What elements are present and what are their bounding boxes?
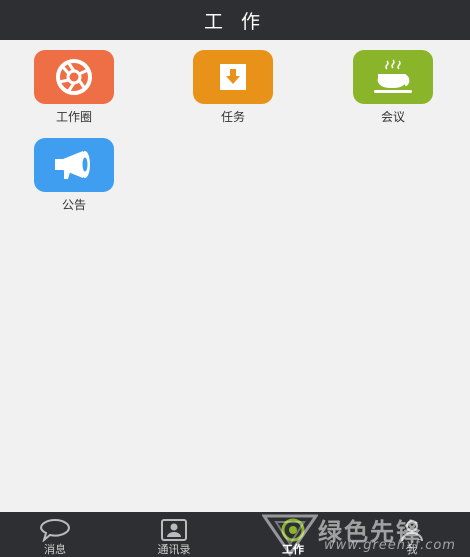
coffee-cup-icon [353,50,433,104]
tab-work[interactable]: 工作 [253,512,333,557]
app-label: 公告 [61,198,86,212]
chat-bubble-icon [39,519,71,542]
tab-label: 消息 [44,543,66,556]
app-meeting[interactable]: 会议 [353,50,433,125]
tab-bar: 消息 通讯录 工作 我 [0,512,470,557]
app-announcement[interactable]: 公告 [34,138,114,213]
header-bar: 工 作 [0,0,470,40]
app-label: 任务 [220,110,245,124]
app-tasks[interactable]: 任务 [193,50,273,125]
contacts-icon [161,519,187,541]
tab-me[interactable]: 我 [372,512,452,557]
aperture-icon [34,50,114,104]
app-label: 工作圈 [55,110,92,124]
tab-messages[interactable]: 消息 [15,512,95,557]
megaphone-icon [34,138,114,192]
tab-label: 我 [406,543,418,556]
work-icon [281,518,305,542]
app-label: 会议 [380,110,405,124]
person-icon [401,520,423,542]
app-work-circle[interactable]: 工作圈 [34,50,114,125]
tab-label: 工作 [282,543,304,556]
page-title: 工 作 [203,10,267,33]
tab-label: 通讯录 [157,543,191,556]
download-icon [193,50,273,104]
tab-contacts[interactable]: 通讯录 [134,512,214,557]
